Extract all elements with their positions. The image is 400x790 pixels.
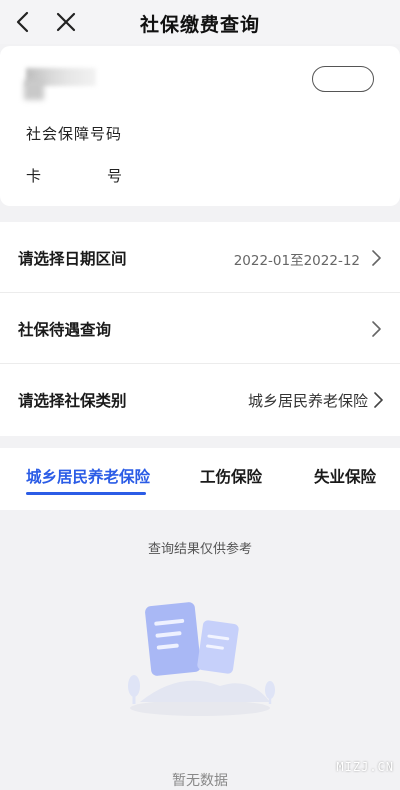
insurance-type-value: 城乡居民养老保险 bbox=[247, 392, 368, 410]
card-label-left: 卡 bbox=[26, 167, 42, 185]
watermark-logo: MIZJ.CN bbox=[336, 760, 394, 774]
benefits-query-label: 社保待遇查询 bbox=[18, 321, 112, 339]
query-options-list: 请选择日期区间 2022-01至2022-12 社保待遇查询 请选择社保类别 城… bbox=[0, 222, 400, 436]
user-info-card: 社会保障号码 卡 号 bbox=[0, 46, 400, 206]
tab-rural-urban-pension[interactable]: 城乡居民养老保险 bbox=[26, 465, 150, 487]
insurance-type-label: 请选择社保类别 bbox=[18, 392, 127, 410]
tab-unemployment[interactable]: 失业保险 bbox=[314, 465, 376, 487]
results-area: 查询结果仅供参考 暂无数据 MIZJ.CN bbox=[0, 510, 400, 789]
chevron-right-icon bbox=[372, 321, 381, 337]
benefits-query-row[interactable]: 社保待遇查询 bbox=[0, 293, 400, 364]
card-number-label: 卡 号 bbox=[26, 165, 122, 186]
page-title: 社保缴费查询 bbox=[139, 14, 260, 36]
date-range-row[interactable]: 请选择日期区间 2022-01至2022-12 bbox=[0, 222, 400, 293]
user-action-button[interactable] bbox=[312, 66, 374, 92]
blurred-user-avatar bbox=[24, 80, 44, 100]
tab-work-injury[interactable]: 工伤保险 bbox=[200, 465, 262, 487]
empty-documents-illustration bbox=[128, 602, 275, 716]
chevron-right-icon bbox=[372, 250, 381, 266]
social-security-number-label: 社会保障号码 bbox=[26, 125, 123, 143]
card-label-right: 号 bbox=[106, 167, 122, 185]
date-range-label: 请选择日期区间 bbox=[18, 250, 127, 268]
insurance-type-row[interactable]: 请选择社保类别 城乡居民养老保险 bbox=[0, 364, 400, 435]
chevron-right-icon bbox=[374, 392, 383, 408]
active-tab-indicator bbox=[26, 492, 146, 495]
nav-bar: 社保缴费查询 bbox=[0, 0, 400, 44]
insurance-tabs: 城乡居民养老保险 工伤保险 失业保险 bbox=[0, 448, 400, 510]
results-notice: 查询结果仅供参考 bbox=[147, 542, 252, 557]
date-range-value: 2022-01至2022-12 bbox=[233, 253, 360, 269]
